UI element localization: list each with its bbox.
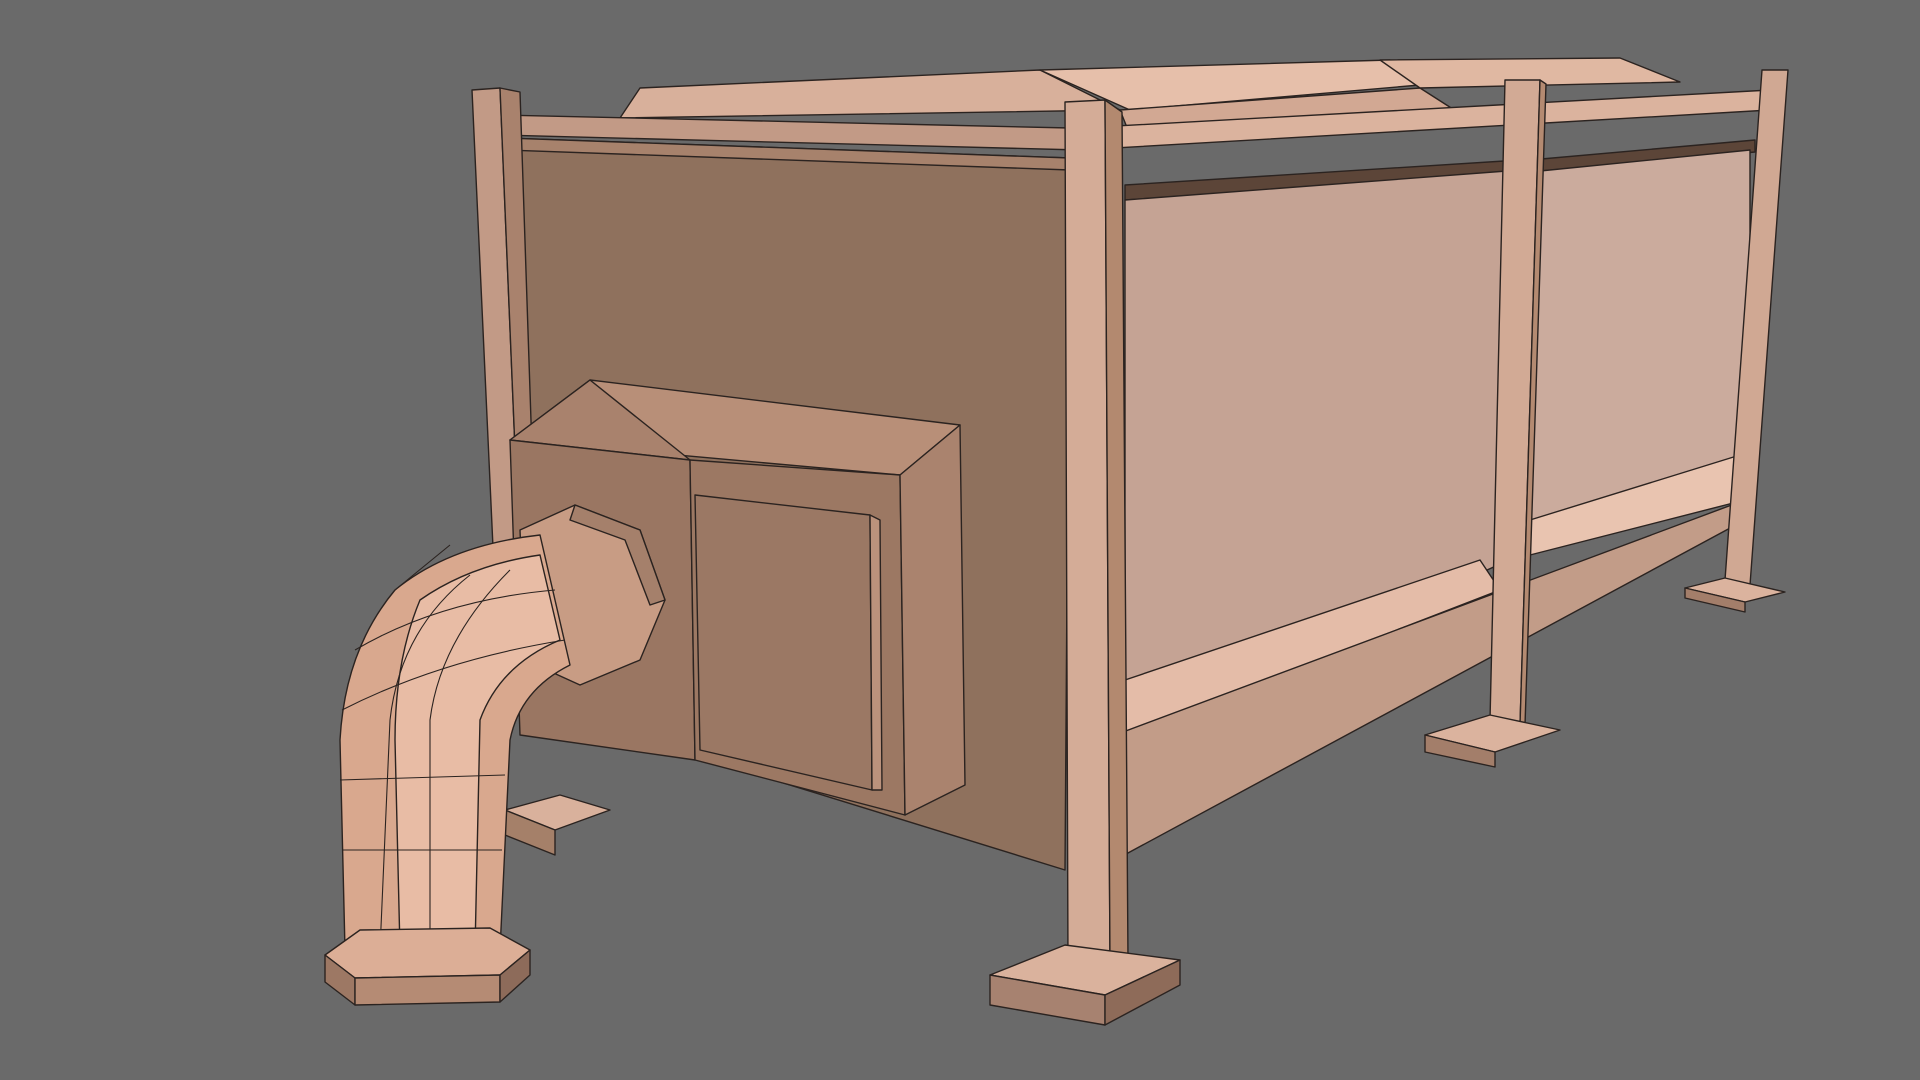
control-box-door-edge — [869, 514, 883, 791]
pipe-base-flange-front — [354, 974, 501, 1006]
control-box-side — [899, 424, 966, 816]
control-box-door — [694, 494, 873, 791]
pipe-base-flange-top — [324, 927, 531, 979]
model-render — [0, 0, 1920, 1080]
post-front-right — [1064, 99, 1111, 966]
3d-viewport[interactable] — [0, 0, 1920, 1080]
